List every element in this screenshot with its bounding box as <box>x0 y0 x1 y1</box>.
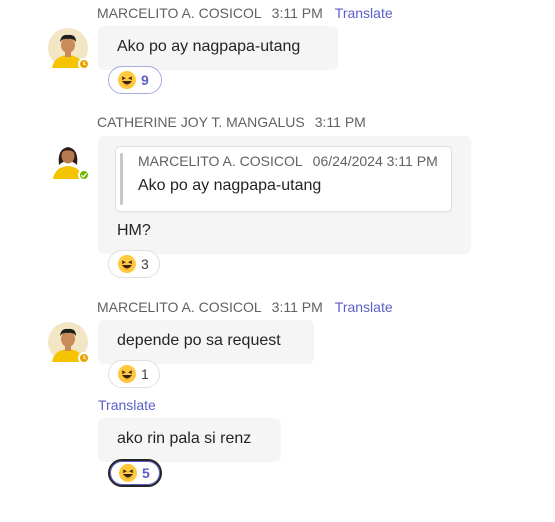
message-time: 3:11 PM <box>314 114 366 130</box>
laughing-face-icon <box>118 71 136 89</box>
avatar[interactable] <box>48 322 90 364</box>
quoted-message[interactable]: MARCELITO A. COSICOL 06/24/2024 3:11 PM A… <box>116 147 451 211</box>
presence-available-badge <box>78 169 90 181</box>
presence-away-badge <box>78 58 90 70</box>
reaction-pill[interactable]: 5 <box>108 459 162 487</box>
quote-sender: MARCELITO A. COSICOL <box>138 153 303 169</box>
laughing-face-icon <box>118 255 136 273</box>
presence-away-badge <box>78 352 90 364</box>
reaction-count: 1 <box>141 366 149 382</box>
sender-name: MARCELITO A. COSICOL <box>97 5 262 21</box>
message-time: 3:11 PM <box>271 5 323 21</box>
message-bubble[interactable]: Ako po ay nagpapa-utang <box>98 26 338 70</box>
message-time: 3:11 PM <box>271 299 323 315</box>
message-header: MARCELITO A. COSICOL 3:11 PM Translate <box>97 5 393 21</box>
sender-name: MARCELITO A. COSICOL <box>97 299 262 315</box>
quote-bar <box>120 153 123 205</box>
reaction-pill[interactable]: 9 <box>108 66 162 94</box>
avatar[interactable] <box>48 139 90 181</box>
quote-text: Ako po ay nagpapa-utang <box>138 177 322 194</box>
laughing-face-icon <box>119 464 137 482</box>
quote-header: MARCELITO A. COSICOL 06/24/2024 3:11 PM <box>138 153 438 169</box>
avatar[interactable] <box>48 28 90 70</box>
message-bubble[interactable]: depende po sa request <box>98 320 314 364</box>
message-header: CATHERINE JOY T. MANGALUS 3:11 PM <box>97 114 366 130</box>
clock-icon <box>83 61 86 66</box>
reaction-count: 5 <box>142 465 150 481</box>
message-text: ako rin pala si renz <box>117 430 252 447</box>
message-bubble[interactable]: ako rin pala si renz <box>98 418 281 462</box>
checkmark-icon <box>81 172 87 178</box>
sender-name: CATHERINE JOY T. MANGALUS <box>97 114 305 130</box>
reaction-pill[interactable]: 1 <box>108 360 160 388</box>
clock-icon <box>83 355 86 360</box>
translate-link[interactable]: Translate <box>335 299 393 315</box>
reaction-count: 3 <box>141 256 149 272</box>
laughing-face-icon <box>118 365 136 383</box>
quote-timestamp: 06/24/2024 3:11 PM <box>312 153 438 169</box>
translate-link[interactable]: Translate <box>98 397 156 413</box>
reaction-count: 9 <box>141 72 149 88</box>
message-text: Ako po ay nagpapa-utang <box>117 38 301 55</box>
message-header: MARCELITO A. COSICOL 3:11 PM Translate <box>97 299 393 315</box>
chat-thread: MARCELITO A. COSICOL 3:11 PM Translate Ako… <box>0 0 555 522</box>
reaction-pill[interactable]: 3 <box>108 250 160 278</box>
message-bubble[interactable]: MARCELITO A. COSICOL 06/24/2024 3:11 PM A… <box>98 136 471 254</box>
translate-link[interactable]: Translate <box>335 5 393 21</box>
message-text: HM? <box>117 222 151 239</box>
message-text: depende po sa request <box>117 332 281 349</box>
